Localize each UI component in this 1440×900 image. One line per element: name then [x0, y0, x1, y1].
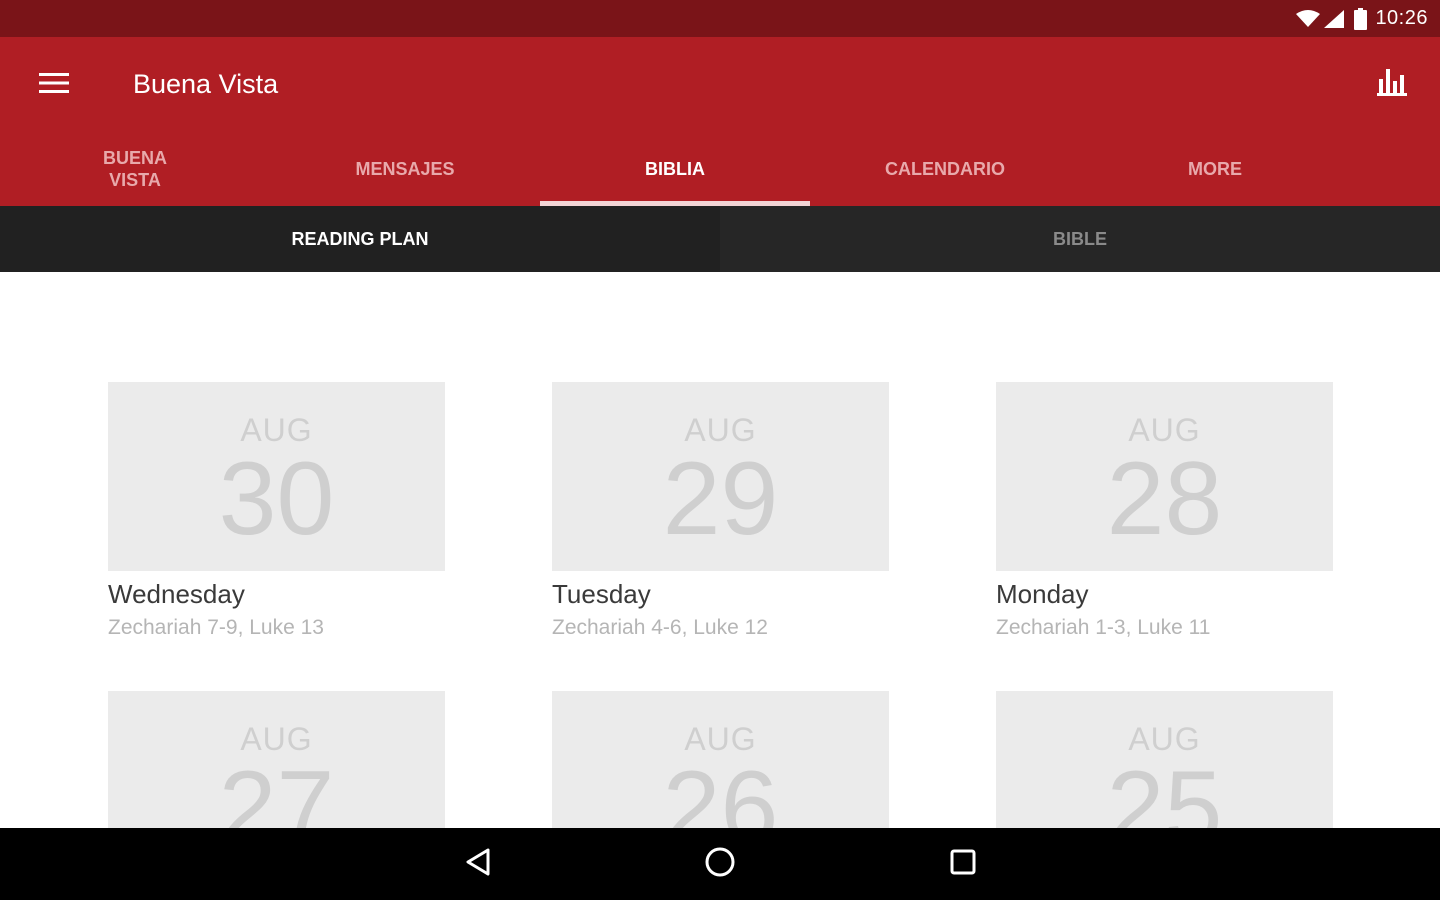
home-button[interactable]	[700, 846, 740, 882]
date-tile: AUG 25	[996, 691, 1333, 828]
tab-biblia[interactable]: BIBLIA	[540, 132, 810, 206]
reading-passage: Zechariah 7-9, Luke 13	[108, 616, 324, 639]
date-tile: AUG 28	[996, 382, 1333, 571]
tab-label: MORE	[1188, 159, 1242, 179]
date-tile: AUG 30	[108, 382, 445, 571]
reading-card[interactable]: AUG 25	[996, 691, 1333, 828]
tab-label: BUENA VISTA	[102, 148, 167, 190]
reading-weekday: Monday	[996, 579, 1089, 609]
reading-passage: Zechariah 1-3, Luke 11	[996, 616, 1211, 639]
tab-buena-vista[interactable]: BUENA VISTA	[0, 132, 270, 206]
system-nav-bar	[0, 828, 1440, 900]
reading-passage: Zechariah 4-6, Luke 12	[552, 616, 768, 639]
date-tile: AUG 29	[552, 382, 889, 571]
home-icon	[704, 846, 736, 883]
cell-signal-icon	[1324, 9, 1345, 28]
date-tile: AUG 26	[552, 691, 889, 828]
reading-card[interactable]: AUG 27	[108, 691, 445, 828]
reading-card[interactable]: AUG 26	[552, 691, 889, 828]
clock-time: 10:26	[1375, 7, 1428, 29]
tab-label: CALENDARIO	[885, 159, 1005, 179]
reading-card[interactable]: AUG 28 Monday Zechariah 1-3, Luke 11	[996, 382, 1333, 640]
sub-tabs: READING PLAN BIBLE	[0, 206, 1440, 272]
back-icon	[464, 847, 492, 882]
reading-card[interactable]: AUG 30 Wednesday Zechariah 7-9, Luke 13	[108, 382, 445, 640]
menu-button[interactable]	[36, 67, 72, 103]
page-title: Buena Vista	[133, 69, 279, 99]
recents-icon	[949, 848, 977, 881]
reading-card[interactable]: AUG 29 Tuesday Zechariah 4-6, Luke 12	[552, 382, 889, 640]
back-button[interactable]	[458, 846, 498, 882]
date-day: 29	[662, 441, 779, 557]
main-tabs: BUENA VISTA MENSAJES BIBLIA CALENDARIO M…	[0, 132, 1440, 206]
subtab-reading-plan[interactable]: READING PLAN	[0, 206, 720, 272]
date-day: 26	[662, 750, 779, 828]
status-icons: 10:26	[1296, 7, 1428, 30]
tab-mensajes[interactable]: MENSAJES	[270, 132, 540, 206]
recents-button[interactable]	[943, 846, 983, 882]
date-day: 30	[218, 441, 335, 557]
battery-icon	[1354, 7, 1368, 30]
menu-icon	[39, 71, 69, 100]
tab-label: MENSAJES	[355, 159, 455, 179]
status-bar: 10:26	[0, 0, 1440, 37]
date-day: 27	[218, 750, 335, 828]
tab-label: BIBLIA	[645, 159, 705, 179]
date-day: 28	[1106, 441, 1223, 557]
reading-weekday: Tuesday	[552, 579, 651, 609]
app-bar: Buena Vista	[0, 37, 1440, 132]
date-tile: AUG 27	[108, 691, 445, 828]
bar-chart-icon	[1377, 67, 1407, 104]
stats-button[interactable]	[1372, 65, 1412, 105]
date-day: 25	[1106, 750, 1223, 828]
subtab-bible[interactable]: BIBLE	[720, 206, 1440, 272]
tab-calendario[interactable]: CALENDARIO	[810, 132, 1080, 206]
wifi-icon	[1296, 9, 1321, 28]
reading-plan-grid: AUG 30 Wednesday Zechariah 7-9, Luke 13 …	[0, 272, 1440, 828]
tab-more[interactable]: MORE	[1080, 132, 1350, 206]
reading-weekday: Wednesday	[108, 579, 245, 609]
